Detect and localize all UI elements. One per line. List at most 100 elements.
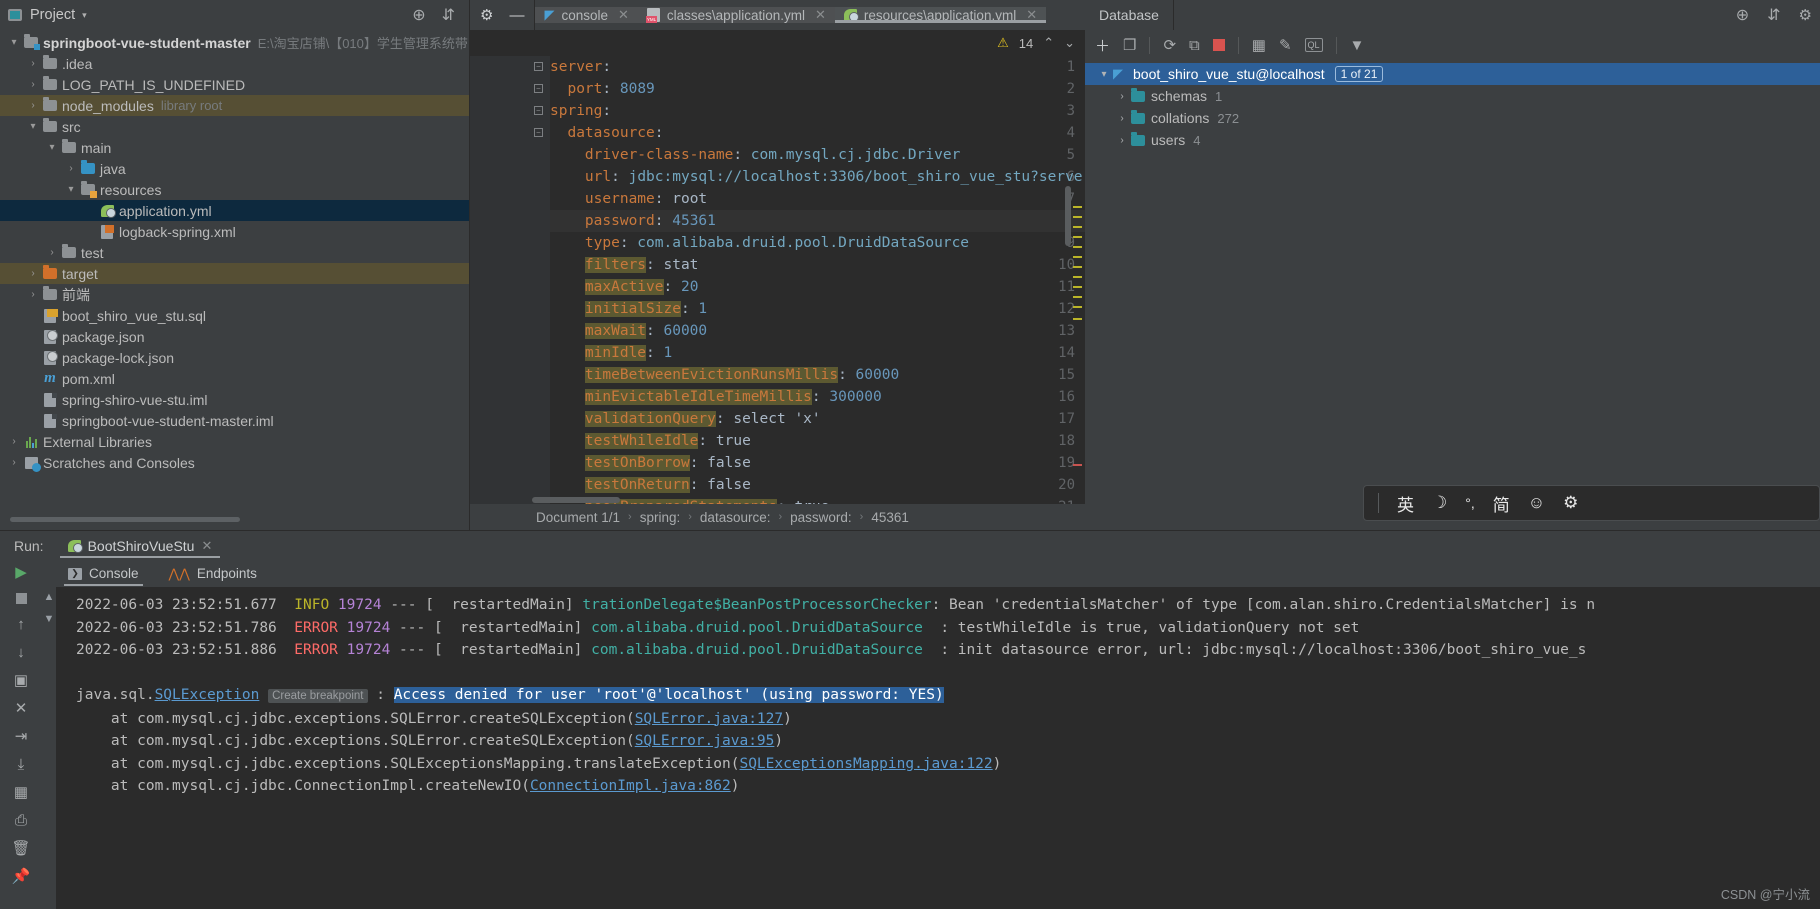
collapse-all-icon[interactable]: ⇵ bbox=[1767, 5, 1780, 25]
ime-emoji-icon[interactable]: ☺ bbox=[1528, 493, 1545, 513]
next-problem-icon[interactable]: ⌄ bbox=[1064, 35, 1075, 51]
chevron-down-icon[interactable]: ▾ bbox=[25, 121, 41, 132]
breadcrumb-item[interactable]: Document 1/1 bbox=[536, 510, 620, 525]
ime-moon-icon[interactable]: ☽ bbox=[1432, 493, 1447, 513]
close-icon[interactable]: ✕ bbox=[201, 538, 212, 554]
warning-stripe[interactable] bbox=[1073, 318, 1082, 320]
project-tree-item[interactable]: package-lock.json bbox=[0, 347, 469, 368]
code-line[interactable]: spring: bbox=[550, 100, 1085, 122]
chevron-right-icon[interactable]: › bbox=[6, 457, 22, 468]
locate-icon[interactable]: ⊕ bbox=[412, 5, 425, 25]
warning-stripe[interactable] bbox=[1073, 296, 1082, 298]
code-line[interactable]: username: root bbox=[550, 188, 1085, 210]
editor-tab[interactable]: resources\application.yml ✕ bbox=[834, 7, 1047, 23]
database-tree[interactable]: ▾ ◤ boot_shiro_vue_stu@localhost 1 of 21 › sc… bbox=[1085, 60, 1820, 151]
table-editor-button[interactable]: ▦ bbox=[1252, 36, 1266, 54]
chevron-right-icon[interactable]: › bbox=[25, 289, 41, 300]
run-subtab[interactable]: ⋀⋀ Endpoints bbox=[165, 560, 261, 587]
breadcrumb-item[interactable]: spring: bbox=[640, 510, 681, 525]
warning-stripe[interactable] bbox=[1073, 226, 1082, 228]
database-tree-item[interactable]: ▾ ◤ boot_shiro_vue_stu@localhost 1 of 21 bbox=[1085, 63, 1820, 85]
chevron-right-icon[interactable]: › bbox=[1113, 113, 1131, 124]
warning-stripe[interactable] bbox=[1073, 236, 1082, 238]
code-line[interactable]: type: com.alibaba.druid.pool.DruidDataSo… bbox=[550, 232, 1085, 254]
project-tree-item[interactable]: spring-shiro-vue-stu.iml bbox=[0, 389, 469, 410]
ime-punct-icon[interactable]: °, bbox=[1465, 495, 1475, 511]
stacktrace-link[interactable]: SQLError.java:127 bbox=[635, 711, 783, 727]
ime-simplified-label[interactable]: 简 bbox=[1493, 491, 1510, 516]
tab-database[interactable]: Database bbox=[1085, 0, 1174, 30]
console-output[interactable]: 2022-06-03 23:52:51.677 INFO 19724 --- [… bbox=[56, 587, 1820, 909]
fold-marker[interactable]: – bbox=[534, 106, 543, 115]
fold-marker[interactable]: – bbox=[534, 128, 543, 137]
warning-stripe[interactable] bbox=[1073, 306, 1082, 308]
settings-gear-icon[interactable]: ⚙ bbox=[480, 6, 493, 24]
warning-stripe[interactable] bbox=[1073, 216, 1082, 218]
exception-class-link[interactable]: SQLException bbox=[155, 687, 260, 703]
previous-problem-icon[interactable]: ⌃ bbox=[1043, 35, 1054, 51]
code-line[interactable]: datasource: bbox=[550, 122, 1085, 144]
export-button[interactable]: ⤓ bbox=[18, 757, 25, 772]
wrap-button[interactable]: ⇥ bbox=[15, 729, 28, 744]
database-tree-item[interactable]: › schemas 1 bbox=[1085, 85, 1820, 107]
project-tree-item[interactable]: package.json bbox=[0, 326, 469, 347]
print-button[interactable]: ⎙ bbox=[15, 813, 27, 828]
code-folding-gutter[interactable] bbox=[528, 56, 550, 504]
stacktrace-link[interactable]: SQLExceptionsMapping.java:122 bbox=[739, 756, 992, 772]
editor-tab[interactable]: classes\application.yml ✕ bbox=[637, 7, 835, 23]
code-line[interactable]: initialSize: 1 bbox=[550, 298, 1085, 320]
project-tree-item[interactable]: boot_shiro_vue_stu.sql bbox=[0, 305, 469, 326]
error-stripe[interactable] bbox=[1073, 464, 1082, 466]
editor-tab[interactable]: ◤ console ✕ bbox=[535, 7, 638, 23]
project-tree-item[interactable]: › test bbox=[0, 242, 469, 263]
chevron-right-icon[interactable]: › bbox=[6, 436, 22, 447]
code-line[interactable]: maxActive: 20 bbox=[550, 276, 1085, 298]
breadcrumb[interactable]: Document 1/1 › spring: › datasource: › passwor… bbox=[470, 504, 1085, 530]
database-tree-item[interactable]: › users 4 bbox=[1085, 129, 1820, 151]
ime-toolbar[interactable]: 英 ☽ °, 简 ☺ ⚙ bbox=[1363, 485, 1820, 521]
add-datasource-button[interactable]: ＋ bbox=[1095, 35, 1110, 56]
project-tree-item[interactable]: ▾ src bbox=[0, 116, 469, 137]
scroll-up-button[interactable]: ↑ bbox=[17, 617, 25, 632]
modify-button[interactable]: ✎ bbox=[1279, 36, 1292, 54]
chevron-down-icon[interactable]: ▾ bbox=[63, 184, 79, 195]
filter-button[interactable]: ▼ bbox=[1350, 37, 1365, 54]
warning-stripe[interactable] bbox=[1073, 256, 1082, 258]
stacktrace-link[interactable]: ConnectionImpl.java:862 bbox=[530, 778, 731, 794]
layout-button[interactable]: ▦ bbox=[14, 785, 28, 800]
editor-horizontal-scrollbar[interactable] bbox=[532, 497, 620, 503]
code-line[interactable]: server: bbox=[550, 56, 1085, 78]
code-editor[interactable]: 123456789101112131415161718192021 –––– s… bbox=[470, 56, 1085, 504]
warning-stripe[interactable] bbox=[1073, 266, 1082, 268]
chevron-right-icon[interactable]: › bbox=[25, 268, 41, 279]
code-line[interactable]: url: jdbc:mysql://localhost:3306/boot_sh… bbox=[550, 166, 1085, 188]
settings-gear-icon[interactable]: ⚙ bbox=[1799, 6, 1812, 24]
project-horizontal-scrollbar[interactable] bbox=[10, 517, 240, 522]
query-console-button[interactable]: QL bbox=[1304, 38, 1323, 52]
code-line[interactable]: minEvictableIdleTimeMillis: 300000 bbox=[550, 386, 1085, 408]
code-line[interactable]: testOnReturn: false bbox=[550, 474, 1085, 496]
code-line[interactable]: testOnBorrow: false bbox=[550, 452, 1085, 474]
warning-stripe[interactable] bbox=[1073, 276, 1082, 278]
project-tree-item[interactable]: › node_modules library root bbox=[0, 95, 469, 116]
run-configuration-tab[interactable]: BootShiroVueStu ✕ bbox=[59, 531, 221, 560]
stacktrace-link[interactable]: SQLError.java:95 bbox=[635, 733, 775, 749]
close-icon[interactable]: ✕ bbox=[618, 7, 629, 23]
stop-button[interactable]: ■ bbox=[1212, 39, 1225, 51]
settings-button[interactable]: ✕ bbox=[15, 701, 28, 716]
code-line[interactable]: timeBetweenEvictionRunsMillis: 60000 bbox=[550, 364, 1085, 386]
scroll-down-button[interactable]: ↓ bbox=[17, 645, 25, 660]
code-line[interactable]: testWhileIdle: true bbox=[550, 430, 1085, 452]
ime-settings-icon[interactable]: ⚙ bbox=[1563, 493, 1578, 513]
duplicate-button[interactable]: ❐ bbox=[1123, 36, 1136, 54]
project-tree-item[interactable]: › LOG_PATH_IS_UNDEFINED bbox=[0, 74, 469, 95]
close-icon[interactable]: ✕ bbox=[815, 7, 826, 23]
project-tree-item[interactable]: › 前端 bbox=[0, 284, 469, 305]
project-tree-item[interactable]: › .idea bbox=[0, 53, 469, 74]
locate-icon[interactable]: ⊕ bbox=[1736, 5, 1749, 25]
chevron-right-icon[interactable]: › bbox=[25, 100, 41, 111]
project-tree-item[interactable]: › External Libraries bbox=[0, 431, 469, 452]
code-line[interactable]: port: 8089 bbox=[550, 78, 1085, 100]
close-icon[interactable]: ✕ bbox=[1026, 7, 1037, 23]
project-tree-item[interactable]: m pom.xml bbox=[0, 368, 469, 389]
